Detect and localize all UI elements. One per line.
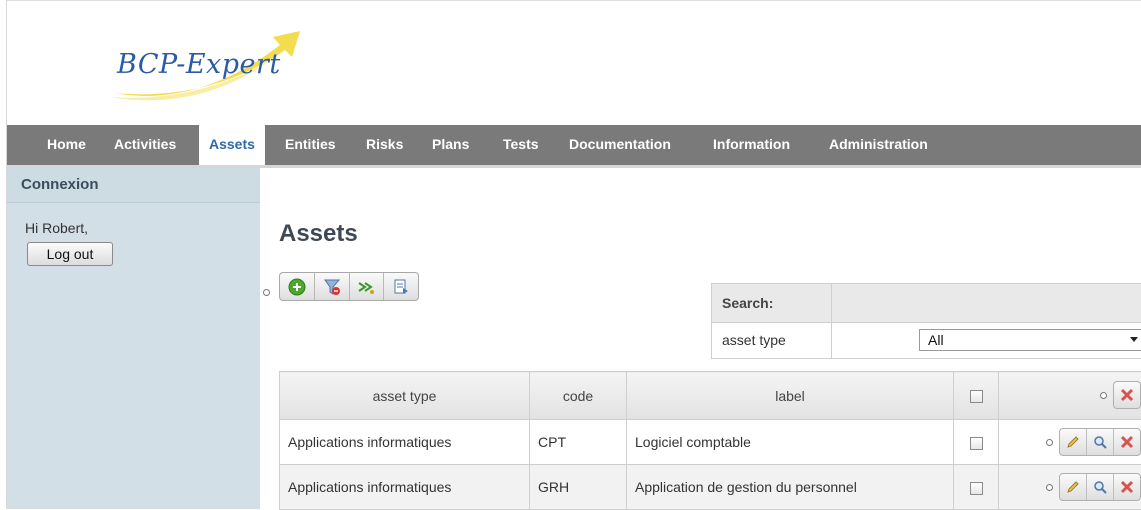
- greeting-text: Hi Robert,: [25, 220, 88, 236]
- cell-label: Logiciel comptable: [627, 420, 954, 465]
- select-all-checkbox[interactable]: [970, 390, 983, 403]
- delete-icon: [1120, 388, 1134, 402]
- row-action-group: [1059, 473, 1141, 501]
- row-checkbox[interactable]: [970, 437, 983, 450]
- report-icon: [392, 278, 410, 296]
- table-header-row: asset type code label: [280, 372, 1141, 420]
- row-select-cell: [954, 420, 999, 465]
- clear-filter-button[interactable]: [315, 273, 350, 300]
- export-button[interactable]: [350, 273, 385, 300]
- column-header-label[interactable]: label: [627, 372, 954, 420]
- row-actions-cell: [999, 420, 1141, 465]
- delete-icon: [1120, 480, 1134, 494]
- main-navbar: Home Activities Assets Entities Risks Pl…: [7, 125, 1141, 168]
- column-header-asset-type[interactable]: asset type: [280, 372, 530, 420]
- bcp-expert-logo[interactable]: BCP-Expert: [95, 23, 315, 103]
- edit-pencil-icon: [1066, 480, 1080, 494]
- row-actions-cell: [999, 465, 1141, 510]
- bulk-actions-cell: [999, 372, 1141, 420]
- export-icon: [357, 278, 375, 296]
- bullet-icon: [1046, 484, 1053, 491]
- search-heading: Search:: [722, 295, 773, 311]
- cell-asset-type: Applications informatiques: [280, 465, 530, 510]
- bullet-icon: [1100, 392, 1107, 399]
- logo-text: BCP-Expert: [117, 49, 281, 80]
- asset-toolbar: [279, 272, 419, 301]
- magnifier-icon: [1093, 480, 1107, 494]
- nav-activities[interactable]: Activities: [104, 125, 186, 165]
- table-row[interactable]: Applications informatiques GRH Applicati…: [280, 465, 1141, 510]
- bulk-delete-button[interactable]: [1114, 382, 1140, 408]
- edit-pencil-icon: [1066, 435, 1080, 449]
- nav-documentation[interactable]: Documentation: [559, 125, 681, 165]
- window-frame-left: [0, 0, 7, 509]
- toolbar-bullet-icon: [263, 289, 270, 296]
- page-title: Assets: [279, 220, 358, 248]
- row-action-group: [1059, 428, 1141, 456]
- nav-information[interactable]: Information: [703, 125, 800, 165]
- report-button[interactable]: [384, 273, 418, 300]
- bulk-delete-group: [1113, 381, 1141, 409]
- asset-type-select[interactable]: All: [919, 329, 1141, 351]
- add-icon: [288, 278, 306, 296]
- search-row-asset-type: asset type All: [712, 323, 1141, 358]
- assets-table: asset type code label Applications infor…: [279, 371, 1141, 510]
- nav-plans[interactable]: Plans: [422, 125, 479, 165]
- cell-asset-type: Applications informatiques: [280, 420, 530, 465]
- filter-clear-icon: [323, 278, 341, 296]
- search-divider: [831, 284, 832, 322]
- delete-button[interactable]: [1114, 474, 1140, 500]
- edit-button[interactable]: [1060, 474, 1087, 500]
- select-all-cell: [954, 372, 999, 420]
- table-row[interactable]: Applications informatiques CPT Logiciel …: [280, 420, 1141, 465]
- nav-risks[interactable]: Risks: [356, 125, 413, 165]
- search-divider: [831, 323, 832, 358]
- search-panel: Search: asset type All: [711, 283, 1141, 359]
- search-header: Search:: [712, 284, 1141, 323]
- bullet-icon: [1046, 439, 1053, 446]
- view-button[interactable]: [1087, 474, 1114, 500]
- delete-button[interactable]: [1114, 429, 1140, 455]
- row-checkbox[interactable]: [970, 482, 983, 495]
- header: BCP-Expert: [7, 0, 1141, 126]
- nav-entities[interactable]: Entities: [275, 125, 346, 165]
- nav-administration[interactable]: Administration: [819, 125, 938, 165]
- sidebar-title: Connexion: [7, 168, 260, 203]
- cell-code: GRH: [530, 465, 627, 510]
- nav-assets[interactable]: Assets: [199, 125, 265, 165]
- cell-label: Application de gestion du personnel: [627, 465, 954, 510]
- row-select-cell: [954, 465, 999, 510]
- column-header-code[interactable]: code: [530, 372, 627, 420]
- nav-home[interactable]: Home: [37, 125, 96, 165]
- nav-tests[interactable]: Tests: [493, 125, 549, 165]
- asset-type-select-value: All: [928, 332, 944, 348]
- edit-button[interactable]: [1060, 429, 1087, 455]
- delete-icon: [1120, 435, 1134, 449]
- logout-button[interactable]: Log out: [27, 242, 113, 266]
- cell-code: CPT: [530, 420, 627, 465]
- sidebar: Connexion Hi Robert, Log out: [7, 168, 260, 509]
- chevron-down-icon: [1130, 337, 1138, 342]
- search-field-label: asset type: [722, 332, 786, 348]
- magnifier-icon: [1093, 435, 1107, 449]
- add-button[interactable]: [280, 273, 315, 300]
- view-button[interactable]: [1087, 429, 1114, 455]
